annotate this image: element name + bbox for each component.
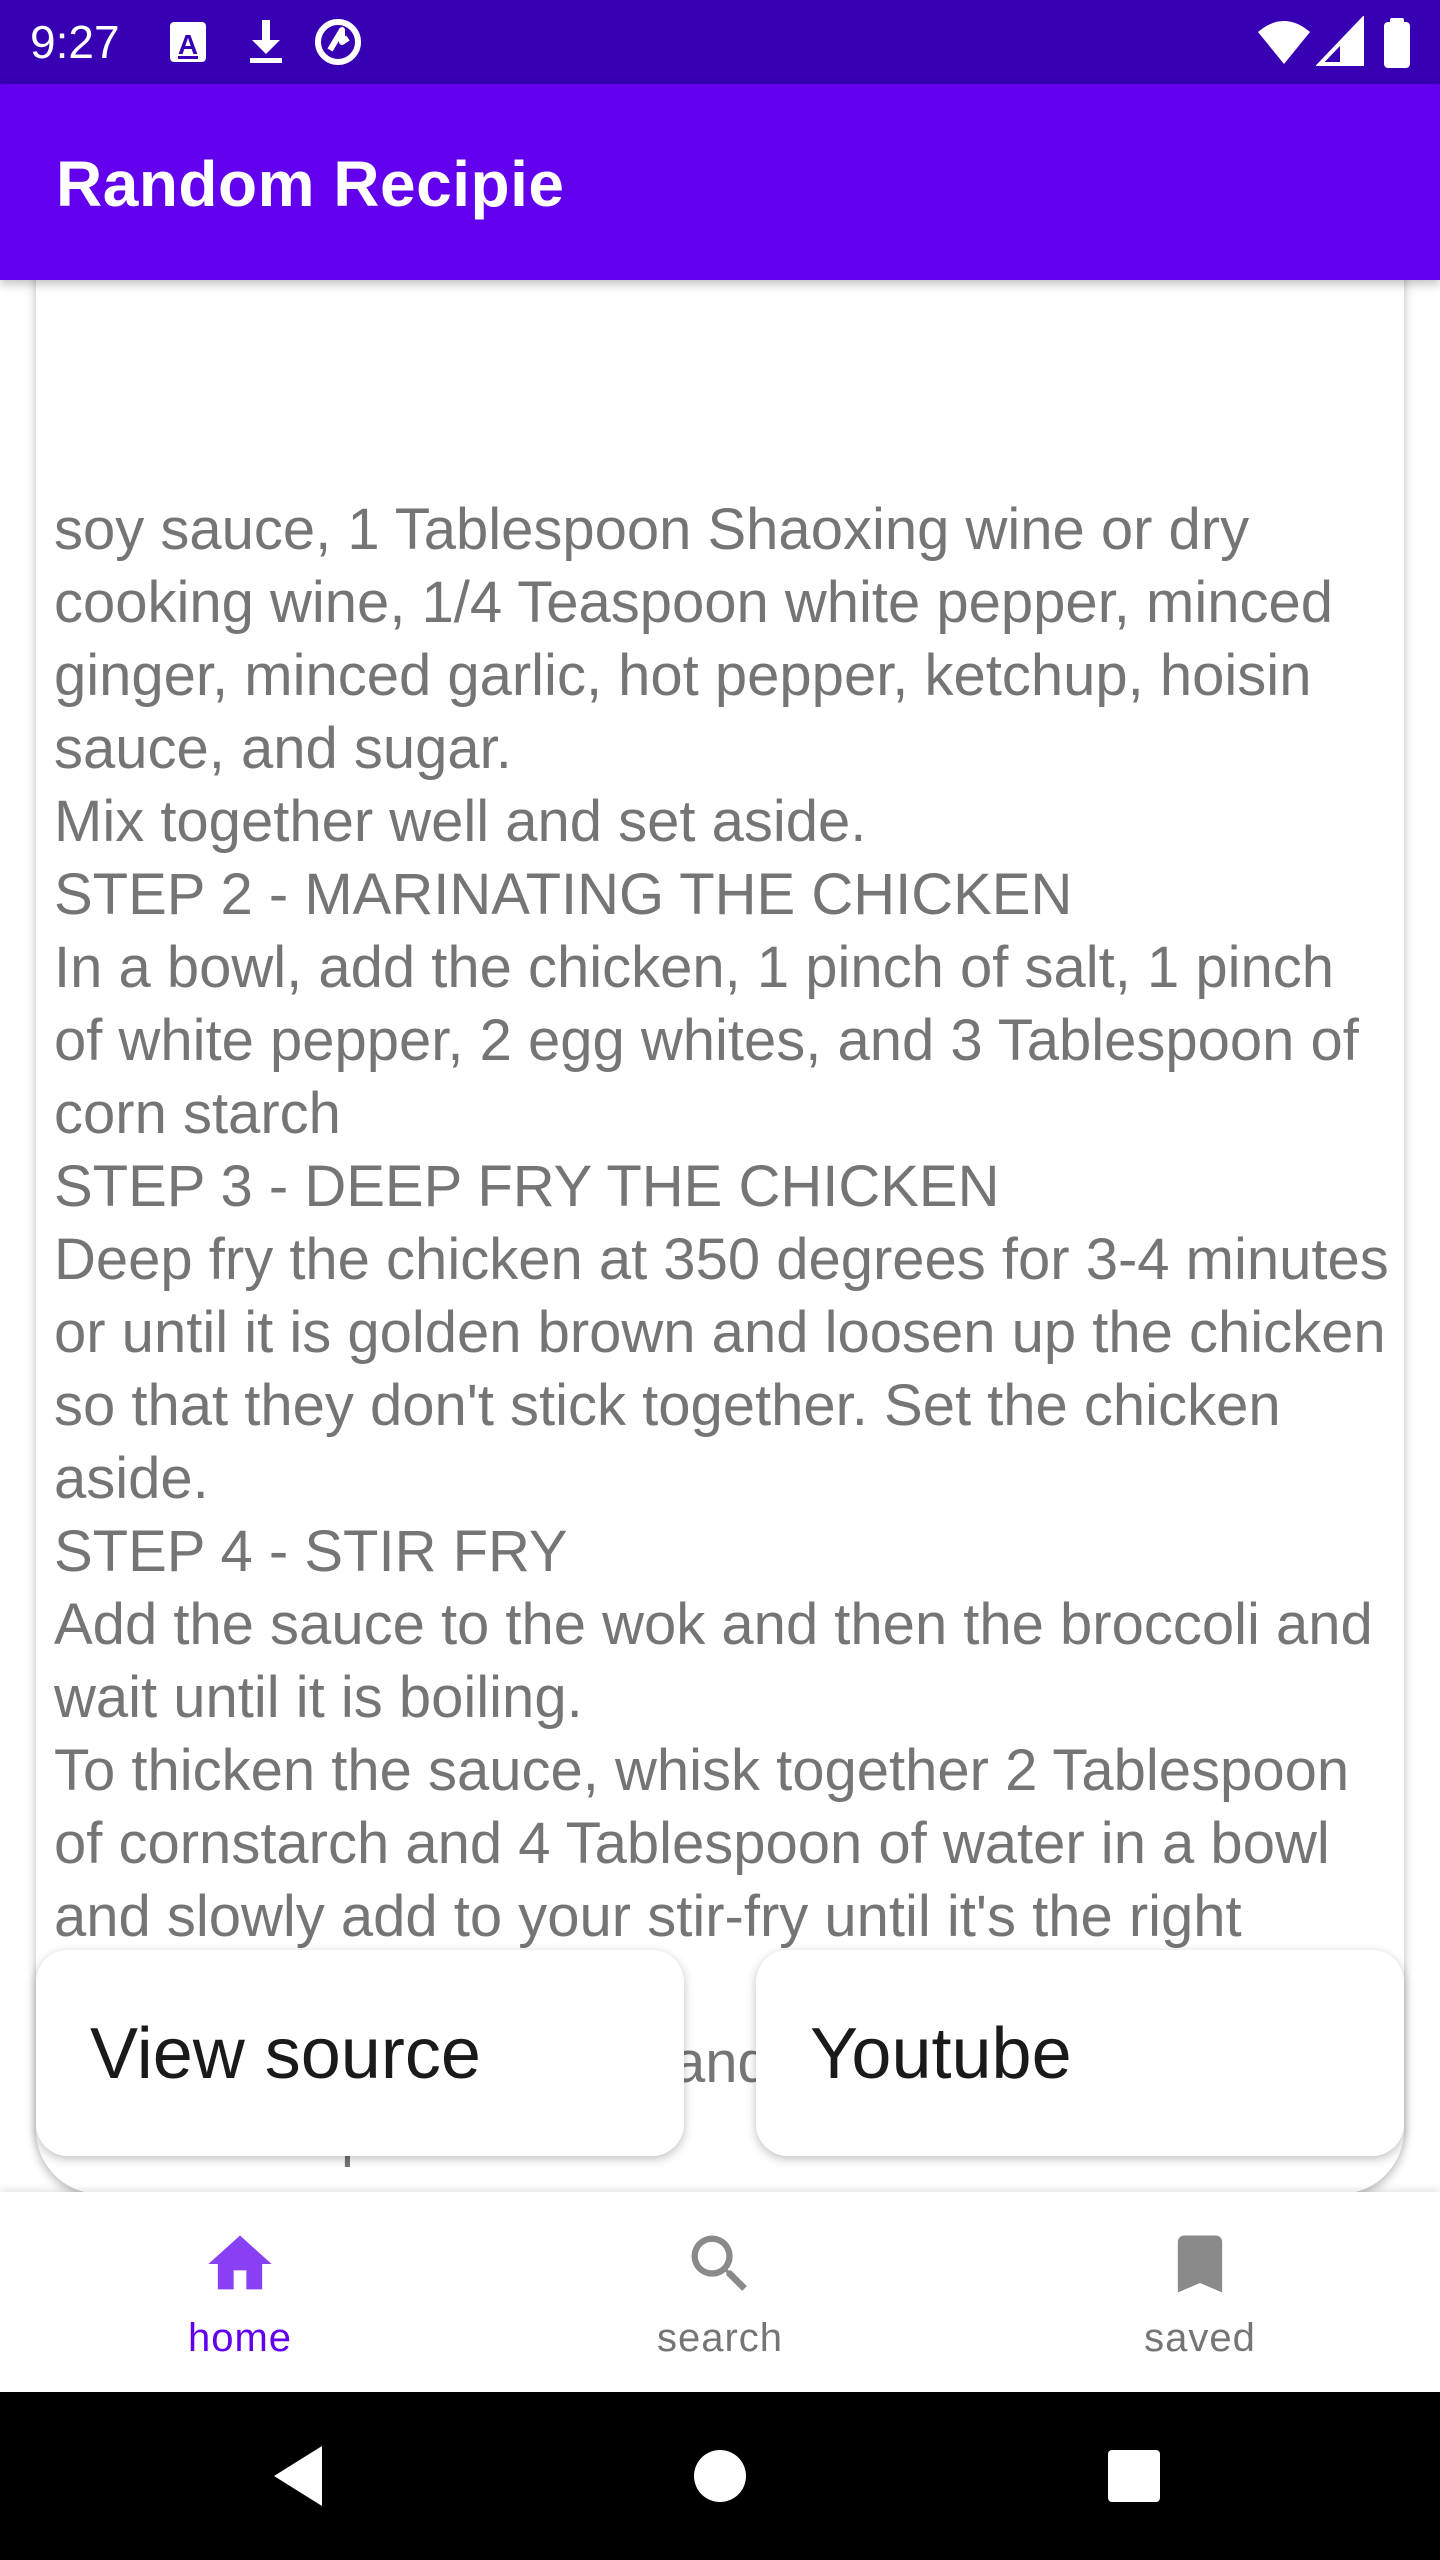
- bookmark-icon: [1162, 2226, 1238, 2302]
- nav-item-home[interactable]: home: [0, 2192, 480, 2392]
- view-source-label: View source: [90, 2014, 481, 2094]
- home-icon: [202, 2226, 278, 2302]
- youtube-button[interactable]: Youtube: [756, 1950, 1404, 2156]
- system-navigation-bar: [0, 2392, 1440, 2560]
- youtube-label: Youtube: [810, 2014, 1072, 2094]
- battery-icon: [1380, 16, 1432, 68]
- cell-signal-icon: [1315, 15, 1368, 68]
- instructions-text: soy sauce, 1 Tablespoon Shaoxing wine or…: [54, 497, 1389, 2168]
- view-source-button[interactable]: View source: [36, 1950, 684, 2156]
- home-circle-icon[interactable]: [680, 2436, 760, 2516]
- recents-icon[interactable]: [1094, 2436, 1174, 2516]
- bottom-navigation: home search saved: [0, 2192, 1440, 2392]
- wifi-icon: [1256, 16, 1310, 68]
- svg-text:A: A: [178, 29, 198, 60]
- font-notification-icon: A: [164, 16, 216, 68]
- back-icon[interactable]: [260, 2436, 340, 2516]
- search-icon: [682, 2226, 758, 2302]
- nav-label-home: home: [187, 2316, 293, 2360]
- recipe-scroll-view[interactable]: soy sauce, 1 Tablespoon Shaoxing wine or…: [0, 280, 1440, 2192]
- nav-item-saved[interactable]: saved: [960, 2192, 1440, 2392]
- sync-icon: [312, 16, 364, 68]
- app-bar: Random Recipie: [0, 84, 1440, 280]
- status-bar: 9:27 A: [0, 0, 1440, 84]
- download-icon: [240, 16, 292, 68]
- nav-label-saved: saved: [1144, 2316, 1256, 2360]
- nav-item-search[interactable]: search: [480, 2192, 960, 2392]
- app-title: Random Recipie: [56, 148, 565, 220]
- instructions-card: soy sauce, 1 Tablespoon Shaoxing wine or…: [36, 280, 1404, 2192]
- nav-label-search: search: [656, 2316, 784, 2360]
- status-time: 9:27: [30, 16, 120, 68]
